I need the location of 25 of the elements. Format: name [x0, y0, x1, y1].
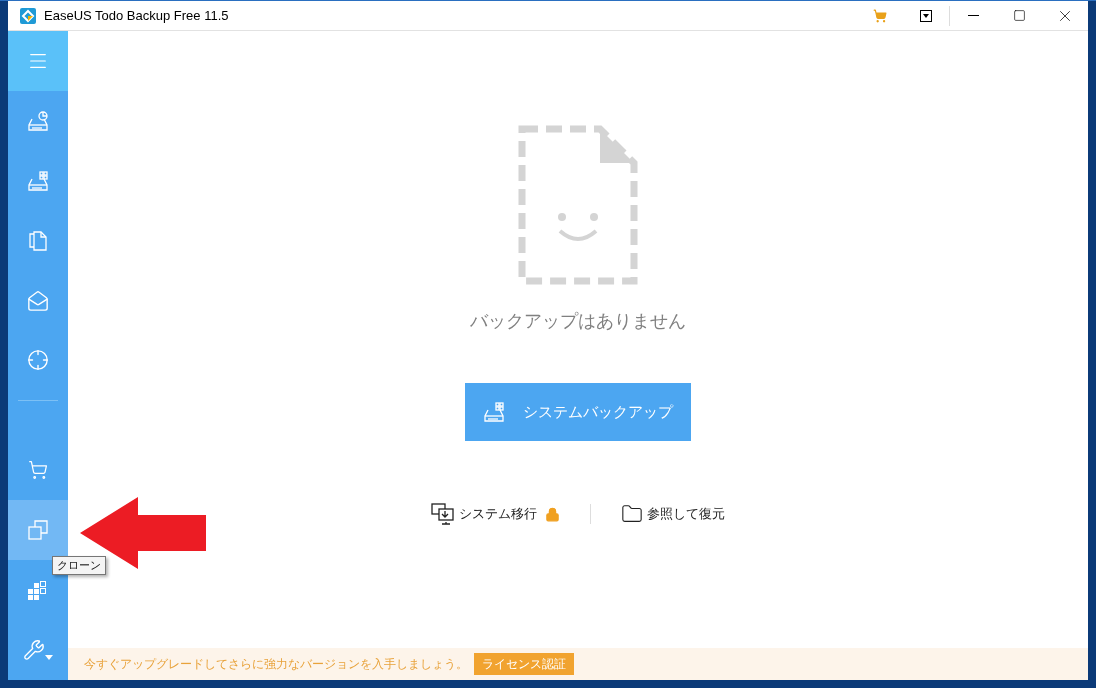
window-title: EaseUS Todo Backup Free 11.5	[44, 8, 230, 23]
upgrade-message: 今すぐアップグレードしてさらに強力なバージョンを入手しましょう。	[84, 655, 468, 673]
action-link[interactable]: システム移行	[401, 503, 590, 525]
folder-icon	[621, 503, 643, 525]
cart-icon	[28, 460, 48, 481]
files-icon	[28, 229, 48, 252]
minimize-icon	[967, 15, 979, 16]
clone-icon	[27, 519, 49, 542]
drive-grid-icon	[27, 169, 49, 192]
monitors-icon	[431, 503, 455, 525]
maximize-icon	[1012, 9, 1026, 22]
dropdown-icon	[920, 9, 932, 22]
tiles-icon	[27, 580, 49, 601]
drive-chart-icon	[27, 109, 49, 132]
app-logo-icon	[20, 7, 36, 24]
drive-grid-icon	[483, 401, 505, 423]
empty-message: バックアップはありません	[470, 309, 686, 333]
menu-button[interactable]	[8, 31, 68, 91]
wrench-icon	[23, 639, 53, 662]
tooltip: クローン	[52, 556, 106, 575]
empty-document-icon	[518, 125, 638, 285]
action-link[interactable]: 参照して復元	[591, 503, 755, 525]
sidebar-item[interactable]	[8, 500, 68, 561]
cart-icon	[873, 8, 887, 23]
target-icon	[27, 349, 49, 372]
